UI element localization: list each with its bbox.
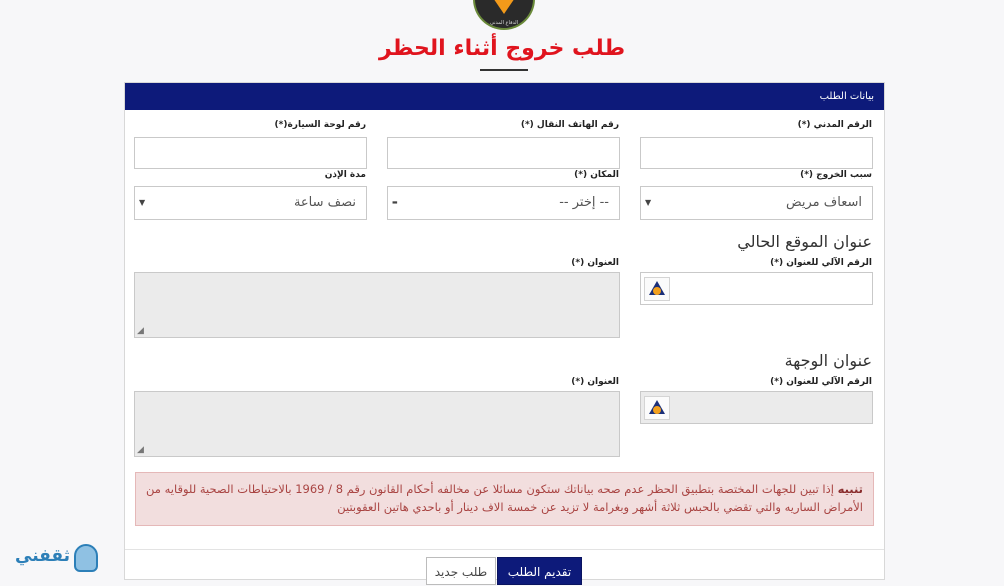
card-header: بيانات الطلب xyxy=(125,83,884,110)
current-address-textarea[interactable]: ◢ xyxy=(134,272,620,338)
place-select-value: -- إختر -- xyxy=(559,195,609,210)
mobile-label: رقم الهاتف النقال (*) xyxy=(520,120,619,130)
reason-select-value: اسعاف مريض xyxy=(785,195,862,210)
caret-down-icon: ▼ xyxy=(645,198,652,207)
page-title: طلب خروج أثناء الحظر xyxy=(378,36,626,61)
place-select[interactable]: -- إختر -- ▬ xyxy=(387,186,620,220)
warning-alert: تنبيه إذا تبين للجهات المختصة بتطبيق الح… xyxy=(135,472,874,526)
current-location-heading: عنوان الموقع الحالي xyxy=(737,232,872,251)
watermark-text: ثقفني xyxy=(15,546,70,566)
destination-auto-number-input[interactable] xyxy=(640,391,873,424)
destination-heading: عنوان الوجهة xyxy=(784,351,872,370)
paci-address-icon[interactable] xyxy=(644,396,670,420)
mobile-input[interactable] xyxy=(387,137,620,169)
new-request-button[interactable]: طلب جديد xyxy=(426,557,496,585)
duration-label: مدة الإذن xyxy=(324,170,366,180)
reason-select[interactable]: اسعاف مريض ▼ xyxy=(640,186,873,220)
card-divider xyxy=(125,549,884,550)
destination-auto-number-label: الرقم الآلي للعنوان (*) xyxy=(770,377,872,387)
lightbulb-icon xyxy=(74,544,98,572)
duration-select[interactable]: نصف ساعة ▼ xyxy=(134,186,367,220)
title-underline xyxy=(480,69,528,71)
alert-text: إذا تبين للجهات المختصة بتطبيق الحظر عدم… xyxy=(146,482,863,514)
alert-title: تنبيه xyxy=(837,482,863,496)
address-icon-dot xyxy=(653,406,661,414)
site-watermark: ثقفني xyxy=(4,540,100,576)
current-auto-number-input[interactable] xyxy=(640,272,873,305)
current-auto-number-label: الرقم الآلي للعنوان (*) xyxy=(770,258,872,268)
paci-address-icon[interactable] xyxy=(644,277,670,301)
civil-id-input[interactable] xyxy=(640,137,873,169)
duration-select-value: نصف ساعة xyxy=(293,195,356,210)
place-label: المكان (*) xyxy=(574,170,619,180)
civil-defense-logo: الدفاع المدني xyxy=(473,0,535,30)
caret-down-icon: ▼ xyxy=(139,198,146,207)
destination-address-textarea[interactable]: ◢ xyxy=(134,391,620,457)
submit-button[interactable]: تقديم الطلب xyxy=(497,557,582,585)
caret-icon: ▬ xyxy=(392,199,398,206)
logo-triangle xyxy=(489,0,519,14)
plate-input[interactable] xyxy=(134,137,367,169)
logo-caption: الدفاع المدني xyxy=(489,20,518,26)
request-card: بيانات الطلب الرقم المدني (*) رقم الهاتف… xyxy=(124,82,885,585)
resize-grip-icon[interactable]: ◢ xyxy=(137,327,144,336)
current-address-label: العنوان (*) xyxy=(571,258,619,268)
destination-address-label: العنوان (*) xyxy=(571,377,619,387)
address-icon-dot xyxy=(653,287,661,295)
plate-label: رقم لوحة السيارة(*) xyxy=(274,120,366,130)
reason-label: سبب الخروج (*) xyxy=(800,170,872,180)
resize-grip-icon[interactable]: ◢ xyxy=(137,446,144,455)
civil-id-label: الرقم المدني (*) xyxy=(797,120,872,130)
